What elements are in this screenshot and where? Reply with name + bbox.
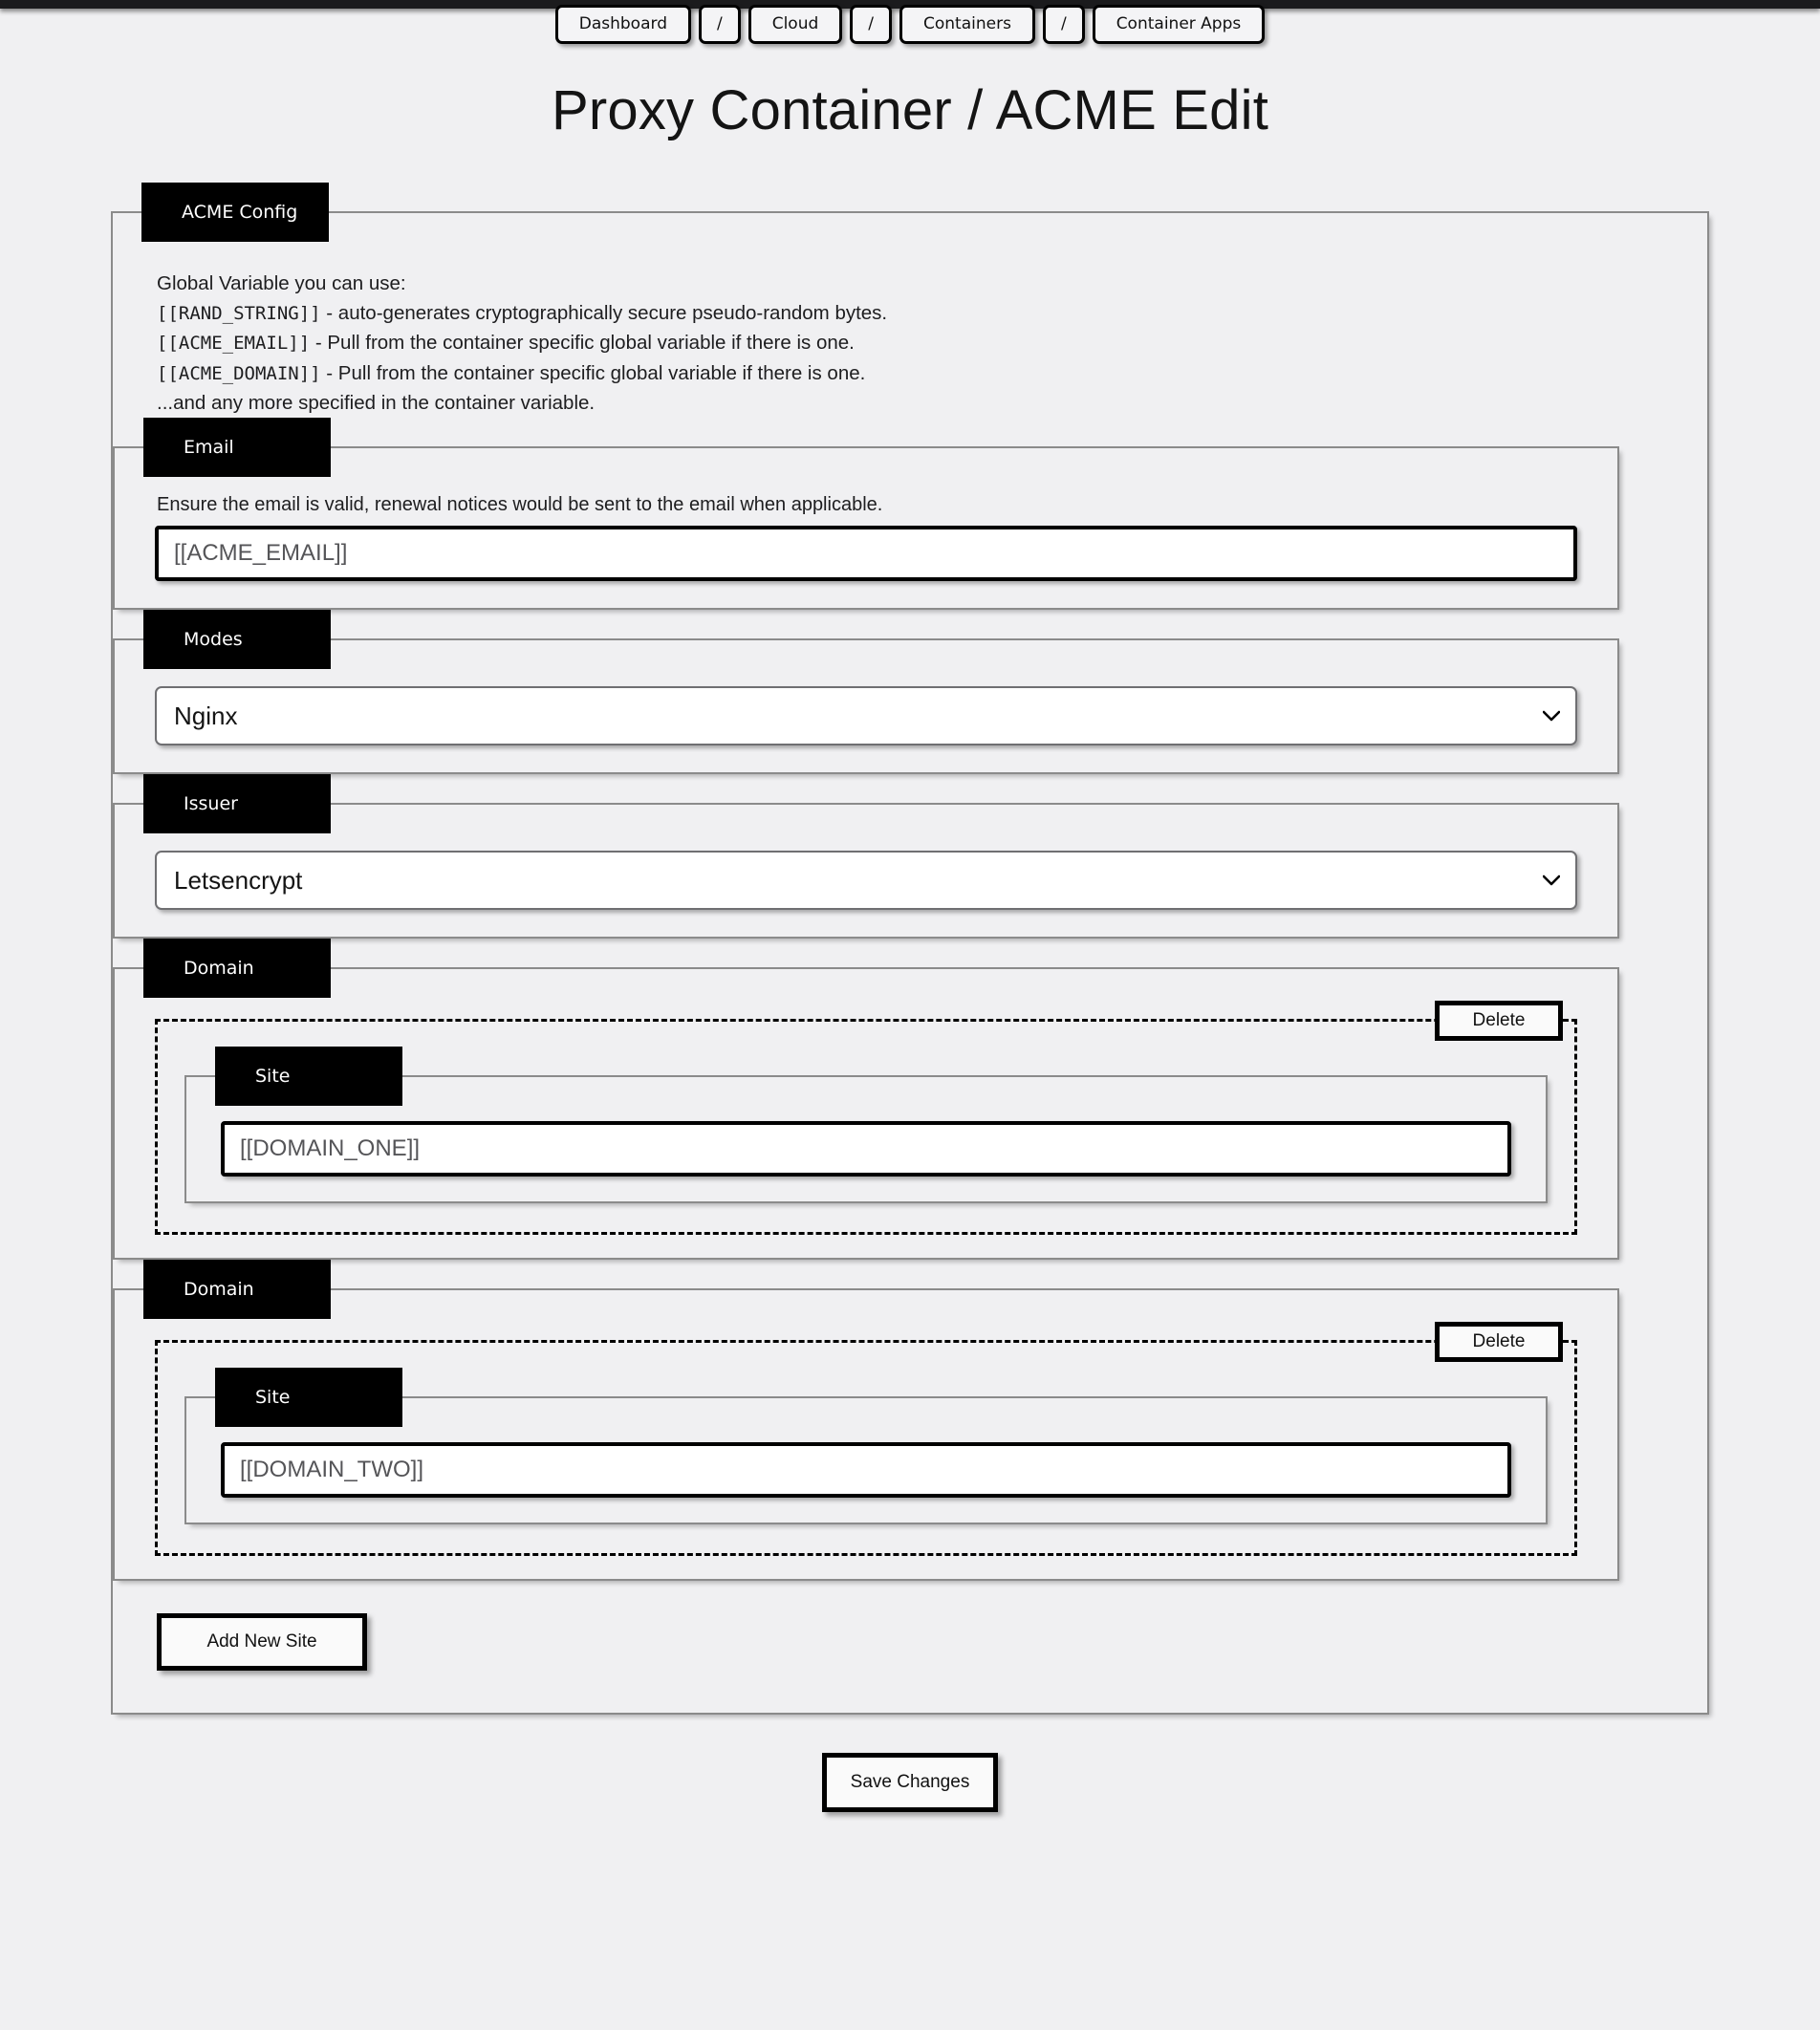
var-desc-rand-string: - auto-generates cryptographically secur…: [320, 302, 888, 325]
var-token-rand-string: [[RAND_STRING]]: [157, 303, 321, 325]
breadcrumb-item-container-apps[interactable]: Container Apps: [1092, 5, 1266, 44]
issuer-section: Issuer Letsencrypt: [113, 774, 1619, 939]
page-title: Proxy Container / ACME Edit: [551, 78, 1269, 141]
var-token-acme-domain: [[ACME_DOMAIN]]: [157, 362, 321, 384]
site-section: Site: [184, 1047, 1548, 1204]
var-desc-acme-domain: - Pull from the container specific globa…: [320, 361, 866, 384]
domain-legend: Domain: [143, 1260, 331, 1320]
var-acme-domain: [[ACME_DOMAIN]] - Pull from the containe…: [157, 358, 1707, 388]
delete-site-button[interactable]: Delete: [1435, 1322, 1563, 1363]
email-input[interactable]: [155, 526, 1577, 582]
add-new-site-button[interactable]: Add New Site: [157, 1613, 367, 1672]
vars-outro: ...and any more specified in the contain…: [157, 392, 596, 415]
issuer-legend: Issuer: [143, 774, 331, 834]
domain-section: Domain Delete Site: [113, 939, 1619, 1261]
modes-select[interactable]: Nginx: [155, 686, 1577, 746]
site-legend: Site: [215, 1368, 402, 1428]
modes-section: Modes Nginx: [113, 610, 1619, 775]
breadcrumb: Dashboard / Cloud / Containers / Contain…: [0, 0, 1820, 44]
delete-site-button[interactable]: Delete: [1435, 1001, 1563, 1042]
acme-config-panel: ACME Config Global Variable you can use:…: [111, 182, 1709, 1716]
email-hint: Ensure the email is valid, renewal notic…: [157, 494, 883, 516]
breadcrumb-item-cloud[interactable]: Cloud: [748, 5, 843, 44]
global-variables-help: Global Variable you can use: [[RAND_STRI…: [113, 242, 1707, 419]
breadcrumb-separator-2: /: [850, 5, 893, 44]
site-legend: Site: [215, 1047, 402, 1107]
site-domain-input[interactable]: [221, 1442, 1511, 1499]
domain-section: Domain Delete Site: [113, 1260, 1619, 1582]
acme-config-legend: ACME Config: [141, 182, 329, 242]
site-entry: Delete Site: [155, 1001, 1577, 1236]
email-section: Email Ensure the email is valid, renewal…: [113, 418, 1619, 611]
site-section: Site: [184, 1368, 1548, 1525]
breadcrumb-item-dashboard[interactable]: Dashboard: [554, 5, 691, 44]
breadcrumb-separator-3: /: [1042, 5, 1085, 44]
issuer-select[interactable]: Letsencrypt: [155, 851, 1577, 911]
var-desc-acme-email: - Pull from the container specific globa…: [310, 332, 855, 355]
vars-intro: Global Variable you can use:: [157, 271, 406, 294]
breadcrumb-item-containers[interactable]: Containers: [899, 5, 1035, 44]
site-entry: Delete Site: [155, 1322, 1577, 1557]
email-legend: Email: [143, 418, 331, 478]
modes-legend: Modes: [143, 610, 331, 670]
breadcrumb-separator-1: /: [698, 5, 741, 44]
var-rand-string: [[RAND_STRING]] - auto-generates cryptog…: [157, 298, 1707, 328]
domain-legend: Domain: [143, 939, 331, 999]
var-token-acme-email: [[ACME_EMAIL]]: [157, 333, 311, 355]
site-domain-input[interactable]: [221, 1121, 1511, 1177]
var-acme-email: [[ACME_EMAIL]] - Pull from the container…: [157, 328, 1707, 357]
save-changes-button[interactable]: Save Changes: [822, 1753, 998, 1813]
